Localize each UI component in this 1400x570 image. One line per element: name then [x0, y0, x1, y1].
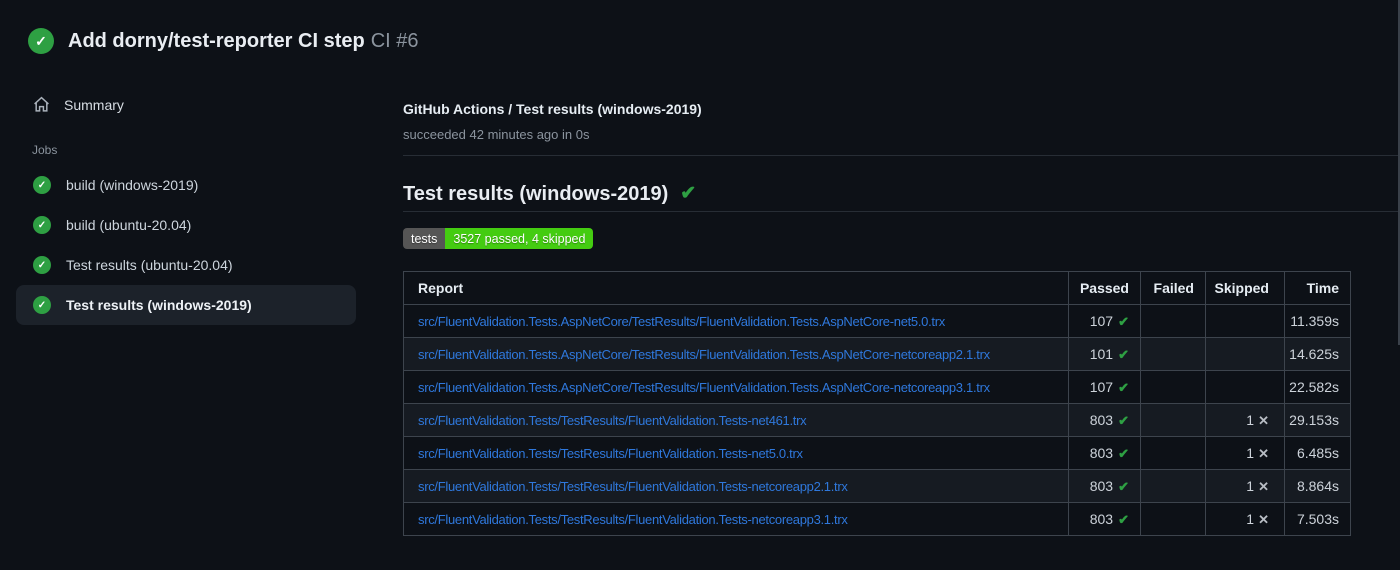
job-success-icon: ✓ [33, 256, 51, 274]
report-table-row: src/FluentValidation.Tests/TestResults/F… [403, 469, 1351, 503]
passed-check-icon: ✔ [1118, 478, 1129, 494]
column-header-skipped: Skipped [1205, 271, 1285, 305]
skipped-cross-icon: ✕ [1258, 511, 1269, 527]
passed-check-icon: ✔ [1118, 346, 1129, 362]
failed-cell [1140, 403, 1206, 437]
failed-cell [1140, 337, 1206, 371]
job-list: ✓ build (windows-2019) ✓ build (ubuntu-2… [16, 165, 356, 325]
job-success-icon: ✓ [33, 216, 51, 234]
report-link[interactable]: src/FluentValidation.Tests/TestResults/F… [418, 512, 848, 527]
job-success-icon: ✓ [33, 176, 51, 194]
report-link[interactable]: src/FluentValidation.Tests/TestResults/F… [418, 479, 848, 494]
run-success-check-icon: ✓ [28, 28, 54, 54]
skipped-cell [1205, 337, 1285, 371]
job-label: Test results (windows-2019) [66, 297, 252, 313]
passed-cell: 107 ✔ [1068, 304, 1141, 338]
passed-cell: 803 ✔ [1068, 469, 1141, 503]
run-status-text: succeeded 42 minutes ago in 0s [403, 127, 590, 142]
failed-cell [1140, 370, 1206, 404]
skipped-cell: 1 ✕ [1205, 502, 1285, 536]
job-label: build (windows-2019) [66, 177, 199, 193]
job-label: build (ubuntu-20.04) [66, 217, 192, 233]
skipped-cell [1205, 370, 1285, 404]
badge-label: tests [403, 228, 446, 249]
time-cell: 7.503s [1284, 502, 1351, 536]
passed-cell: 107 ✔ [1068, 370, 1141, 404]
sidebar: Summary Jobs ✓ build (windows-2019) ✓ bu… [16, 86, 356, 325]
column-header-time: Time [1284, 271, 1351, 305]
report-heading: Test results (windows-2019) ✔ [403, 181, 696, 207]
report-table-row: src/FluentValidation.Tests.AspNetCore/Te… [403, 370, 1351, 404]
time-cell: 6.485s [1284, 436, 1351, 470]
run-title: Add dorny/test-reporter CI step CI #6 [68, 28, 419, 54]
skipped-cell: 1 ✕ [1205, 403, 1285, 437]
report-table-row: src/FluentValidation.Tests/TestResults/F… [403, 436, 1351, 470]
badge-value: 3527 passed, 4 skipped [445, 228, 594, 249]
sidebar-summary-label: Summary [64, 96, 124, 113]
passed-cell: 803 ✔ [1068, 502, 1141, 536]
report-link[interactable]: src/FluentValidation.Tests.AspNetCore/Te… [418, 380, 990, 395]
job-success-icon: ✓ [33, 296, 51, 314]
skipped-cell: 1 ✕ [1205, 469, 1285, 503]
time-cell: 14.625s [1284, 337, 1351, 371]
table-header-row: Report Passed Failed Skipped Time [403, 271, 1351, 305]
column-header-passed: Passed [1068, 271, 1141, 305]
divider [403, 155, 1400, 156]
skipped-cross-icon: ✕ [1258, 412, 1269, 428]
report-table-row: src/FluentValidation.Tests/TestResults/F… [403, 502, 1351, 536]
passed-check-icon: ✔ [1118, 511, 1129, 527]
report-link[interactable]: src/FluentValidation.Tests/TestResults/F… [418, 413, 807, 428]
report-table-row: src/FluentValidation.Tests.AspNetCore/Te… [403, 304, 1351, 338]
time-cell: 29.153s [1284, 403, 1351, 437]
skipped-cross-icon: ✕ [1258, 478, 1269, 494]
time-cell: 22.582s [1284, 370, 1351, 404]
skipped-cell [1205, 304, 1285, 338]
run-title-text: Add dorny/test-reporter CI step [68, 30, 365, 52]
passed-check-icon: ✔ [1118, 445, 1129, 461]
passed-cell: 101 ✔ [1068, 337, 1141, 371]
sidebar-job-item[interactable]: ✓ Test results (ubuntu-20.04) [16, 245, 356, 285]
skipped-cross-icon: ✕ [1258, 445, 1269, 461]
column-header-failed: Failed [1140, 271, 1206, 305]
sidebar-job-item[interactable]: ✓ build (ubuntu-20.04) [16, 205, 356, 245]
report-link[interactable]: src/FluentValidation.Tests.AspNetCore/Te… [418, 314, 945, 329]
report-link[interactable]: src/FluentValidation.Tests/TestResults/F… [418, 446, 803, 461]
column-header-report: Report [403, 271, 1069, 305]
time-cell: 11.359s [1284, 304, 1351, 338]
report-table-row: src/FluentValidation.Tests.AspNetCore/Te… [403, 337, 1351, 371]
sidebar-item-summary[interactable]: Summary [16, 86, 356, 123]
report-heading-text: Test results (windows-2019) [403, 183, 669, 205]
passed-check-icon: ✔ [1118, 313, 1129, 329]
skipped-cell: 1 ✕ [1205, 436, 1285, 470]
divider [403, 211, 1400, 212]
home-icon [34, 96, 49, 112]
report-table-body: src/FluentValidation.Tests.AspNetCore/Te… [403, 304, 1351, 536]
test-report-table: Report Passed Failed Skipped Time src/Fl… [403, 271, 1351, 536]
failed-cell [1140, 436, 1206, 470]
failed-cell [1140, 502, 1206, 536]
passed-check-icon: ✔ [1118, 379, 1129, 395]
failed-cell [1140, 469, 1206, 503]
report-link[interactable]: src/FluentValidation.Tests.AspNetCore/Te… [418, 347, 990, 362]
heading-check-icon: ✔ [680, 183, 697, 204]
jobs-section-label: Jobs [32, 143, 58, 157]
passed-check-icon: ✔ [1118, 412, 1129, 428]
check-suite-breadcrumb: GitHub Actions / Test results (windows-2… [403, 101, 702, 117]
job-label: Test results (ubuntu-20.04) [66, 257, 233, 273]
tests-badge: tests 3527 passed, 4 skipped [403, 228, 594, 249]
passed-cell: 803 ✔ [1068, 436, 1141, 470]
failed-cell [1140, 304, 1206, 338]
sidebar-job-item[interactable]: ✓ build (windows-2019) [16, 165, 356, 205]
report-table-row: src/FluentValidation.Tests/TestResults/F… [403, 403, 1351, 437]
passed-cell: 803 ✔ [1068, 403, 1141, 437]
workflow-run-page: ✓ Add dorny/test-reporter CI step CI #6 S… [0, 0, 1400, 570]
run-header: ✓ Add dorny/test-reporter CI step CI #6 [28, 28, 419, 54]
sidebar-job-item[interactable]: ✓ Test results (windows-2019) [16, 285, 356, 325]
time-cell: 8.864s [1284, 469, 1351, 503]
run-number: CI #6 [370, 30, 419, 52]
